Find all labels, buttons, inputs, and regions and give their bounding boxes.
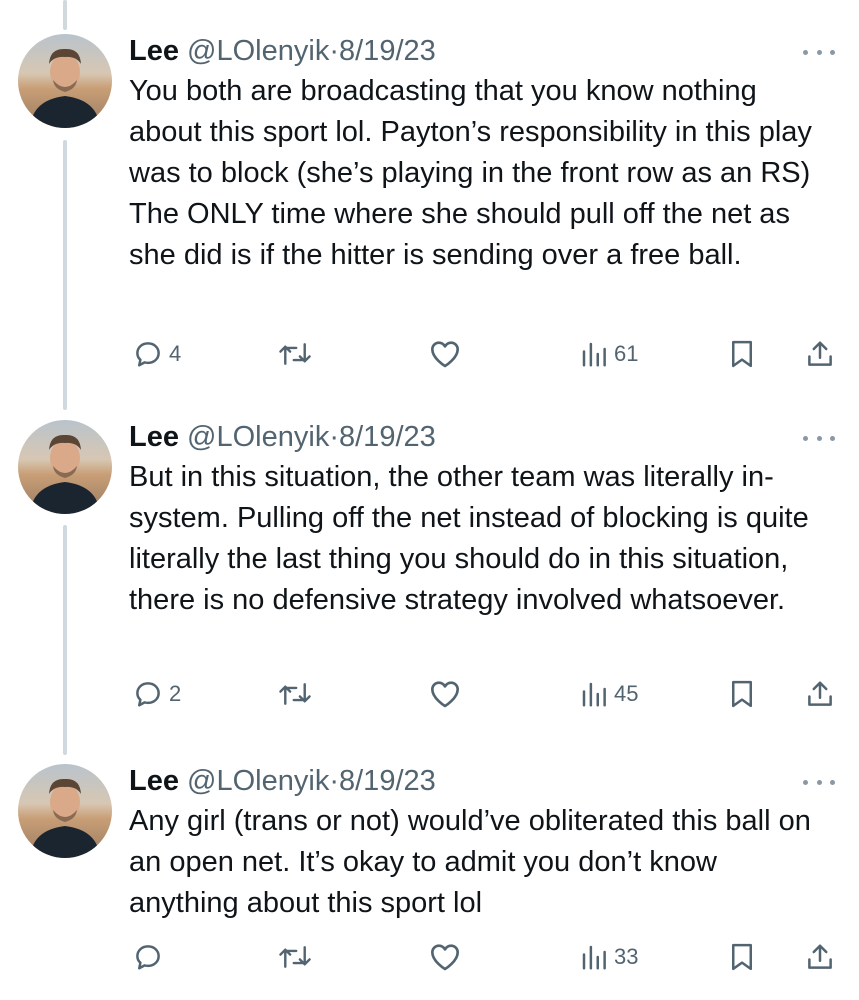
- views-icon: [582, 682, 606, 707]
- like-button[interactable]: [429, 336, 461, 372]
- bookmark-button[interactable]: [729, 336, 755, 372]
- more-icon[interactable]: [803, 40, 835, 64]
- thread-line-top: [63, 0, 67, 30]
- tweet-text: But in this situation, the other team wa…: [129, 461, 809, 616]
- share-icon: [808, 681, 832, 706]
- tweet-date[interactable]: 8/19/23: [339, 35, 436, 67]
- bookmark-button[interactable]: [729, 939, 755, 975]
- author-handle[interactable]: @LOlenyik: [187, 421, 329, 453]
- author-name[interactable]: Lee: [129, 765, 179, 797]
- retweet-button[interactable]: [278, 939, 312, 975]
- separator-dot: ·: [329, 765, 339, 797]
- like-button[interactable]: [429, 939, 461, 975]
- bookmark-icon: [732, 340, 752, 368]
- like-button[interactable]: [429, 676, 461, 712]
- tweet-header: Lee @LOlenyik·8/19/23: [129, 34, 436, 68]
- view-count: 61: [614, 341, 639, 366]
- tweet-actions: 4 61: [0, 336, 859, 372]
- reply-button[interactable]: 4: [133, 336, 181, 372]
- author-handle[interactable]: @LOlenyik: [187, 765, 329, 797]
- retweet-button[interactable]: [278, 676, 312, 712]
- retweet-icon: [279, 946, 311, 968]
- view-count: 33: [614, 944, 639, 969]
- author-name[interactable]: Lee: [129, 35, 179, 67]
- tweet-actions: 33: [0, 939, 859, 975]
- share-button[interactable]: [805, 939, 835, 975]
- avatar[interactable]: [18, 34, 112, 128]
- heart-icon: [431, 681, 459, 708]
- view-count: 45: [614, 681, 639, 706]
- views-button[interactable]: 45: [580, 676, 638, 712]
- share-button[interactable]: [805, 676, 835, 712]
- views-icon: [582, 342, 606, 367]
- share-icon: [808, 944, 832, 969]
- tweet-date[interactable]: 8/19/23: [339, 765, 436, 797]
- views-button[interactable]: 61: [580, 336, 638, 372]
- author-handle[interactable]: @LOlenyik: [187, 35, 329, 67]
- tweet-header: Lee @LOlenyik·8/19/23: [129, 764, 436, 798]
- separator-dot: ·: [329, 421, 339, 453]
- views-icon: [582, 945, 606, 970]
- reply-count: 2: [169, 681, 182, 706]
- avatar[interactable]: [18, 764, 112, 858]
- bookmark-icon: [732, 680, 752, 708]
- tweet-header: Lee @LOlenyik·8/19/23: [129, 420, 436, 454]
- avatar[interactable]: [18, 420, 112, 514]
- retweet-icon: [279, 683, 311, 705]
- reply-button[interactable]: [133, 939, 169, 975]
- tweet-actions: 2 45: [0, 676, 859, 712]
- views-button[interactable]: 33: [580, 939, 638, 975]
- tweet-date[interactable]: 8/19/23: [339, 421, 436, 453]
- tweet-text: Any girl (trans or not) would’ve obliter…: [129, 805, 811, 919]
- retweet-icon: [279, 343, 311, 365]
- tweet[interactable]: Lee @LOlenyik·8/19/23 You both are broad…: [0, 34, 859, 374]
- more-icon[interactable]: [803, 770, 835, 794]
- reply-count: 4: [169, 341, 182, 366]
- bookmark-button[interactable]: [729, 676, 755, 712]
- author-name[interactable]: Lee: [129, 421, 179, 453]
- heart-icon: [431, 341, 459, 368]
- retweet-button[interactable]: [278, 336, 312, 372]
- separator-dot: ·: [329, 35, 339, 67]
- reply-button[interactable]: 2: [133, 676, 181, 712]
- reply-icon: [136, 945, 160, 970]
- tweet-text: You both are broadcasting that you know …: [129, 75, 812, 271]
- heart-icon: [431, 944, 459, 971]
- share-button[interactable]: [805, 336, 835, 372]
- reply-icon: [136, 342, 160, 367]
- share-icon: [808, 341, 832, 366]
- reply-icon: [136, 682, 160, 707]
- tweet[interactable]: Lee @LOlenyik·8/19/23 Any girl (trans or…: [0, 764, 859, 994]
- more-icon[interactable]: [803, 426, 835, 450]
- bookmark-icon: [732, 943, 752, 971]
- tweet[interactable]: Lee @LOlenyik·8/19/23 But in this situat…: [0, 420, 859, 720]
